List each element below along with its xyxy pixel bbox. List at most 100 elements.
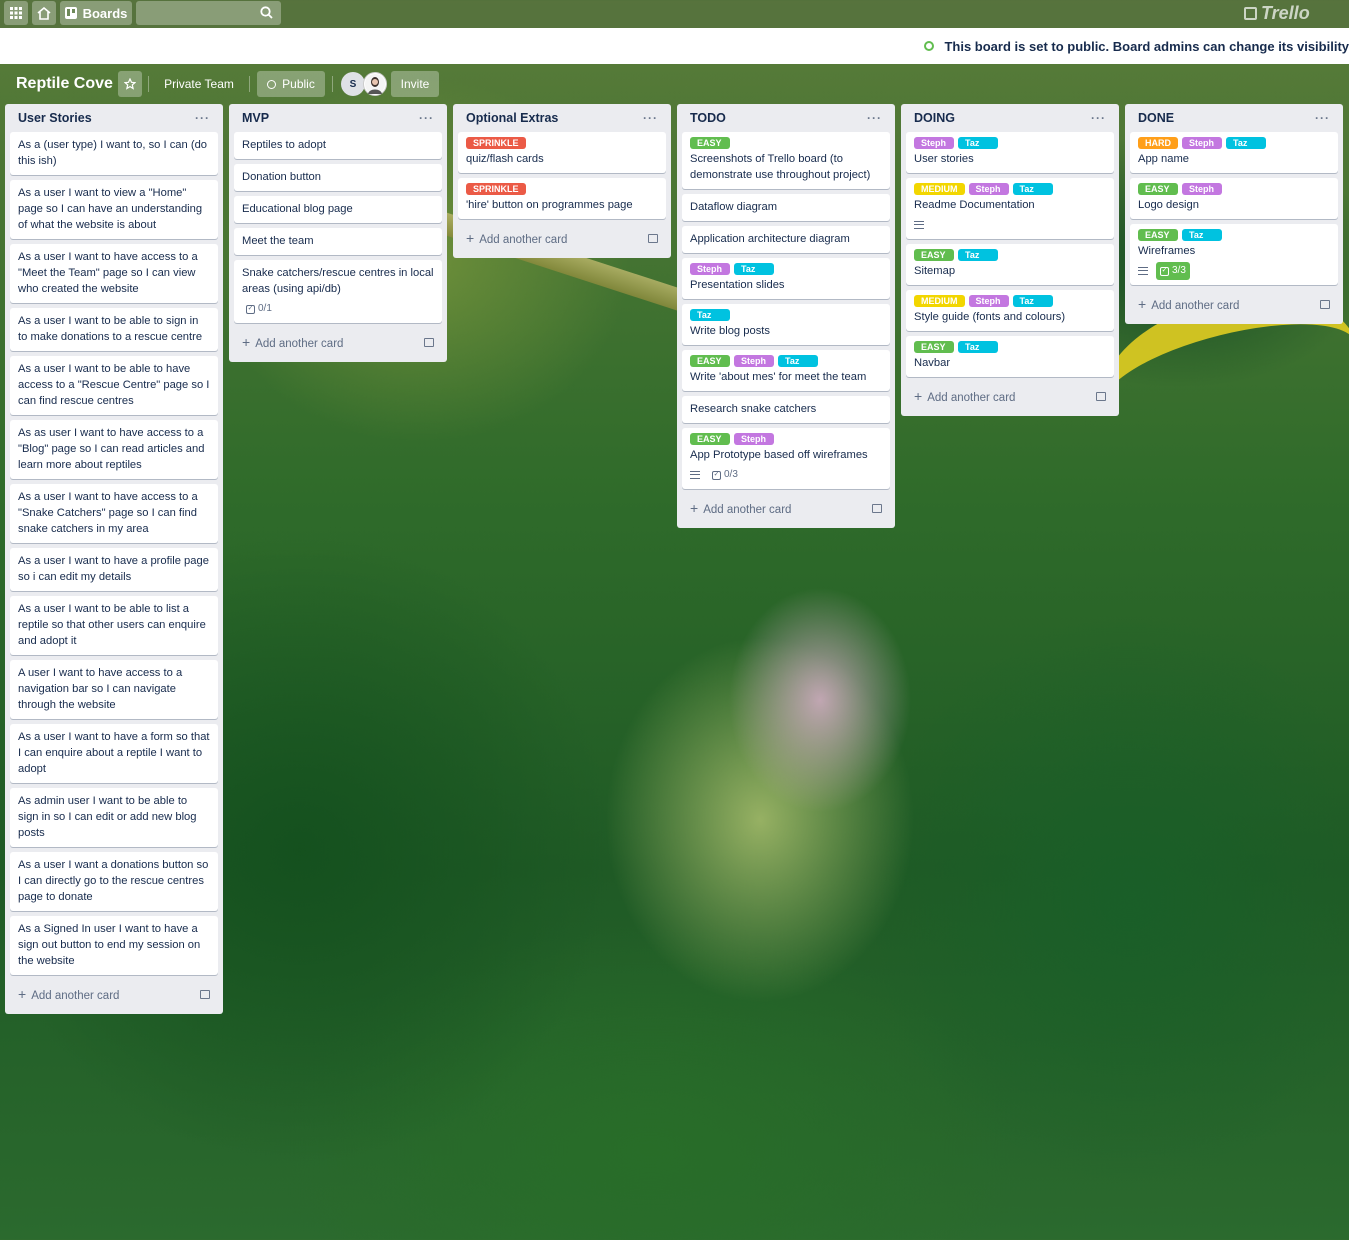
card-label[interactable]: Steph bbox=[968, 183, 1009, 195]
add-card-button[interactable]: + Add another card bbox=[1130, 290, 1338, 318]
add-card-link[interactable]: + Add another card bbox=[242, 334, 343, 350]
card[interactable]: SPRINKLE 'hire' button on programmes page bbox=[458, 178, 666, 219]
list-done[interactable]: DONE ··· HARD Steph Taz App name EASY Steph Logo… bbox=[1125, 104, 1343, 324]
card[interactable]: HARD Steph Taz App name bbox=[1130, 132, 1338, 173]
apps-grid-button[interactable] bbox=[4, 1, 28, 25]
card[interactable]: As as user I want to have access to a "B… bbox=[10, 420, 218, 479]
add-card-link[interactable]: + Add another card bbox=[1138, 296, 1239, 312]
card-template-icon[interactable] bbox=[872, 503, 882, 513]
list-menu-icon[interactable]: ··· bbox=[195, 111, 210, 125]
list-header[interactable]: DOING ··· bbox=[906, 104, 1114, 132]
team-button[interactable]: Private Team bbox=[156, 71, 242, 97]
card-label[interactable]: SPRINKLE bbox=[466, 183, 526, 195]
list-header[interactable]: TODO ··· bbox=[682, 104, 890, 132]
card[interactable]: Research snake catchers bbox=[682, 396, 890, 423]
card-label[interactable]: Taz bbox=[1012, 295, 1053, 307]
card[interactable]: Application architecture diagram bbox=[682, 226, 890, 253]
card[interactable]: Taz Write blog posts bbox=[682, 304, 890, 345]
trello-logo[interactable]: Trello bbox=[1244, 2, 1310, 24]
star-button[interactable] bbox=[118, 71, 142, 97]
card[interactable]: SPRINKLE quiz/flash cards bbox=[458, 132, 666, 173]
card[interactable]: EASY Taz Wireframes ✓ 3/3 bbox=[1130, 224, 1338, 285]
list-title[interactable]: User Stories bbox=[18, 111, 92, 125]
avatar[interactable] bbox=[363, 72, 387, 96]
list-optional-extras[interactable]: Optional Extras ··· SPRINKLE quiz/flash car… bbox=[453, 104, 671, 258]
card[interactable]: As a (user type) I want to, so I can (do… bbox=[10, 132, 218, 175]
card-label[interactable]: MEDIUM bbox=[914, 295, 965, 307]
card[interactable]: As a user I want to be able to sign in t… bbox=[10, 308, 218, 351]
list-user-stories[interactable]: User Stories ··· As a (user type) I want t… bbox=[5, 104, 223, 1014]
card[interactable]: As a user I want to be able to have acce… bbox=[10, 356, 218, 415]
card[interactable]: Steph Taz User stories bbox=[906, 132, 1114, 173]
card[interactable]: Educational blog page bbox=[234, 196, 442, 223]
add-card-link[interactable]: + Add another card bbox=[914, 388, 1015, 404]
card-label[interactable]: Steph bbox=[968, 295, 1009, 307]
card[interactable]: As a user I want to have a profile page … bbox=[10, 548, 218, 591]
list-menu-icon[interactable]: ··· bbox=[419, 111, 434, 125]
add-card-link[interactable]: + Add another card bbox=[18, 986, 119, 1002]
card-label[interactable]: EASY bbox=[1138, 183, 1178, 195]
card-label[interactable]: Steph bbox=[734, 355, 774, 367]
card-label[interactable]: EASY bbox=[914, 341, 954, 353]
card-label[interactable]: Taz bbox=[690, 309, 730, 321]
list-title[interactable]: TODO bbox=[690, 111, 726, 125]
card[interactable]: As admin user I want to be able to sign … bbox=[10, 788, 218, 847]
card-label[interactable]: Taz bbox=[958, 249, 998, 261]
card[interactable]: MEDIUM Steph Taz Readme Documentation bbox=[906, 178, 1114, 239]
card-label[interactable]: Taz bbox=[958, 341, 998, 353]
add-card-link[interactable]: + Add another card bbox=[466, 230, 567, 246]
list-menu-icon[interactable]: ··· bbox=[643, 111, 658, 125]
card[interactable]: EASY Steph App Prototype based off wirefra… bbox=[682, 428, 890, 489]
card[interactable]: As a user I want a donations button so I… bbox=[10, 852, 218, 911]
card-label[interactable]: EASY bbox=[1138, 229, 1178, 241]
card-label[interactable]: Taz bbox=[1182, 229, 1222, 241]
card[interactable]: Meet the team bbox=[234, 228, 442, 255]
card[interactable]: Dataflow diagram bbox=[682, 194, 890, 221]
card[interactable]: As a Signed In user I want to have a sig… bbox=[10, 916, 218, 975]
card[interactable]: Reptiles to adopt bbox=[234, 132, 442, 159]
add-card-button[interactable]: + Add another card bbox=[234, 328, 442, 356]
invite-button[interactable]: Invite bbox=[391, 71, 439, 97]
card[interactable]: As a user I want to have access to a "Me… bbox=[10, 244, 218, 303]
card[interactable]: EASY Screenshots of Trello board (to demo… bbox=[682, 132, 890, 189]
list-menu-icon[interactable]: ··· bbox=[1091, 111, 1106, 125]
list-todo[interactable]: TODO ··· EASY Screenshots of Trello board (… bbox=[677, 104, 895, 528]
card-label[interactable]: Taz bbox=[958, 137, 998, 149]
card[interactable]: As a user I want to view a "Home" page s… bbox=[10, 180, 218, 239]
card-template-icon[interactable] bbox=[424, 337, 434, 347]
card[interactable]: EASY Taz Navbar bbox=[906, 336, 1114, 377]
card[interactable]: EASY Taz Sitemap bbox=[906, 244, 1114, 285]
card-label[interactable]: Steph bbox=[914, 137, 954, 149]
add-card-link[interactable]: + Add another card bbox=[690, 500, 791, 516]
card[interactable]: MEDIUM Steph Taz Style guide (fonts and col… bbox=[906, 290, 1114, 331]
card-label[interactable]: Steph bbox=[734, 433, 774, 445]
card[interactable]: Donation button bbox=[234, 164, 442, 191]
card[interactable]: Snake catchers/rescue centres in local a… bbox=[234, 260, 442, 323]
card-template-icon[interactable] bbox=[1320, 299, 1330, 309]
card-label[interactable]: Taz bbox=[734, 263, 774, 275]
card[interactable]: Steph Taz Presentation slides bbox=[682, 258, 890, 299]
card-label[interactable]: EASY bbox=[690, 355, 730, 367]
card-label[interactable]: Taz bbox=[1226, 137, 1266, 149]
card[interactable]: As a user I want to have a form so that … bbox=[10, 724, 218, 783]
card-label[interactable]: Steph bbox=[1182, 137, 1222, 149]
list-header[interactable]: User Stories ··· bbox=[10, 104, 218, 132]
search-input[interactable] bbox=[136, 1, 281, 25]
card[interactable]: As a user I want to have access to a "Sn… bbox=[10, 484, 218, 543]
card[interactable]: A user I want to have access to a naviga… bbox=[10, 660, 218, 719]
card[interactable]: As a user I want to be able to list a re… bbox=[10, 596, 218, 655]
add-card-button[interactable]: + Add another card bbox=[458, 224, 666, 252]
card-label[interactable]: Taz bbox=[1012, 183, 1053, 195]
card-label[interactable]: MEDIUM bbox=[914, 183, 965, 195]
card-label[interactable]: Steph bbox=[690, 263, 730, 275]
add-card-button[interactable]: + Add another card bbox=[682, 494, 890, 522]
card[interactable]: EASY Steph Taz Write 'about mes' for meet t… bbox=[682, 350, 890, 391]
card-template-icon[interactable] bbox=[1096, 391, 1106, 401]
list-title[interactable]: DONE bbox=[1138, 111, 1174, 125]
home-button[interactable] bbox=[32, 1, 56, 25]
card-label[interactable]: EASY bbox=[914, 249, 954, 261]
list-header[interactable]: DONE ··· bbox=[1130, 104, 1338, 132]
list-header[interactable]: Optional Extras ··· bbox=[458, 104, 666, 132]
board-title[interactable]: Reptile Cove bbox=[10, 71, 119, 97]
card-label[interactable]: EASY bbox=[690, 137, 730, 149]
